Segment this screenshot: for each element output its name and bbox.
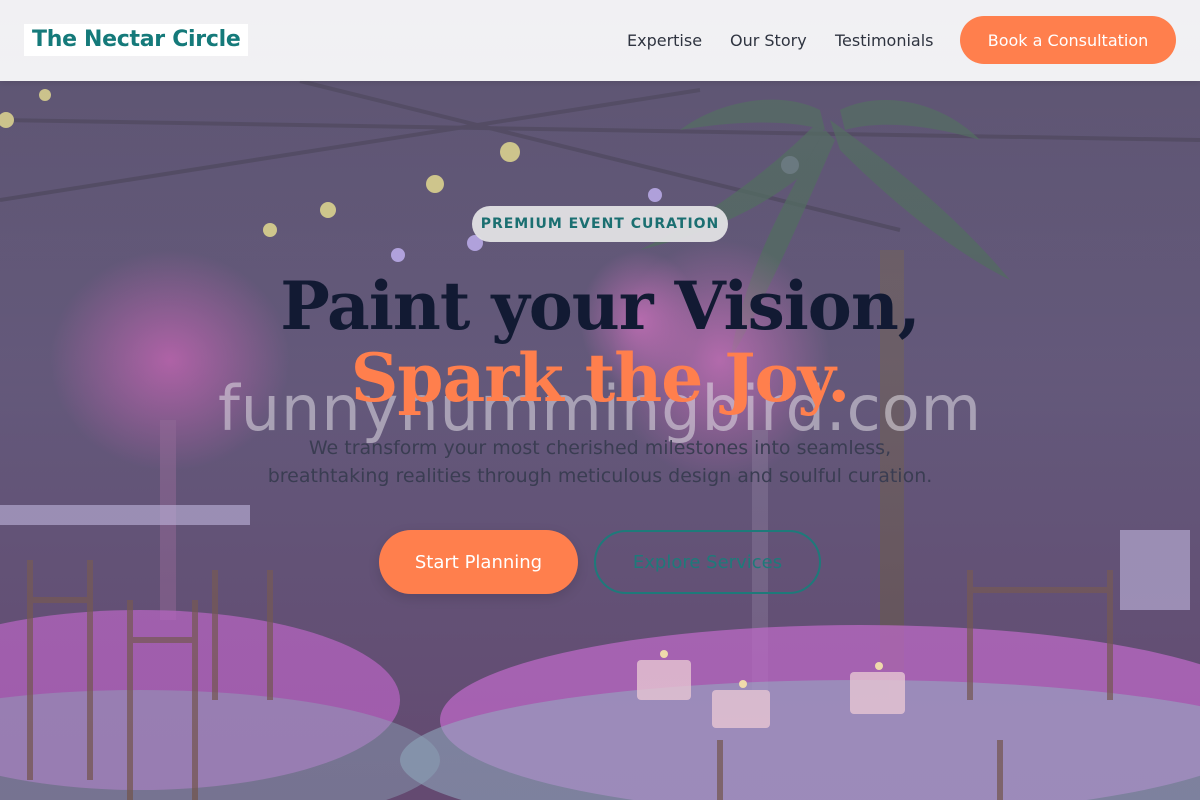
hero-badge: PREMIUM EVENT CURATION	[472, 206, 728, 242]
hero-subtitle-line-2: breathtaking realities through meticulou…	[267, 465, 933, 487]
nav-item-our-story[interactable]: Our Story	[730, 0, 807, 81]
nav-link-testimonials[interactable]: Testimonials	[835, 31, 934, 50]
hero-title-line-2: Spark the Joy.	[350, 339, 851, 417]
hero-title-line-1: Paint your Vision,	[280, 267, 921, 345]
nav-link-our-story[interactable]: Our Story	[730, 31, 807, 50]
explore-services-button[interactable]: Explore Services	[594, 530, 821, 594]
brand-logo[interactable]: The Nectar Circle	[24, 24, 249, 56]
hero-subtitle: We transform your most cherished milesto…	[250, 434, 950, 490]
start-planning-button[interactable]: Start Planning	[379, 530, 578, 594]
book-consultation-button[interactable]: Book a Consultation	[960, 16, 1176, 64]
nav-item-testimonials[interactable]: Testimonials	[835, 0, 934, 81]
hero-subtitle-line-1: We transform your most cherished milesto…	[308, 437, 892, 459]
nav-item-expertise[interactable]: Expertise	[627, 0, 702, 81]
nav-link-expertise[interactable]: Expertise	[627, 31, 702, 50]
site-header: The Nectar Circle Expertise Our Story Te…	[0, 0, 1200, 81]
